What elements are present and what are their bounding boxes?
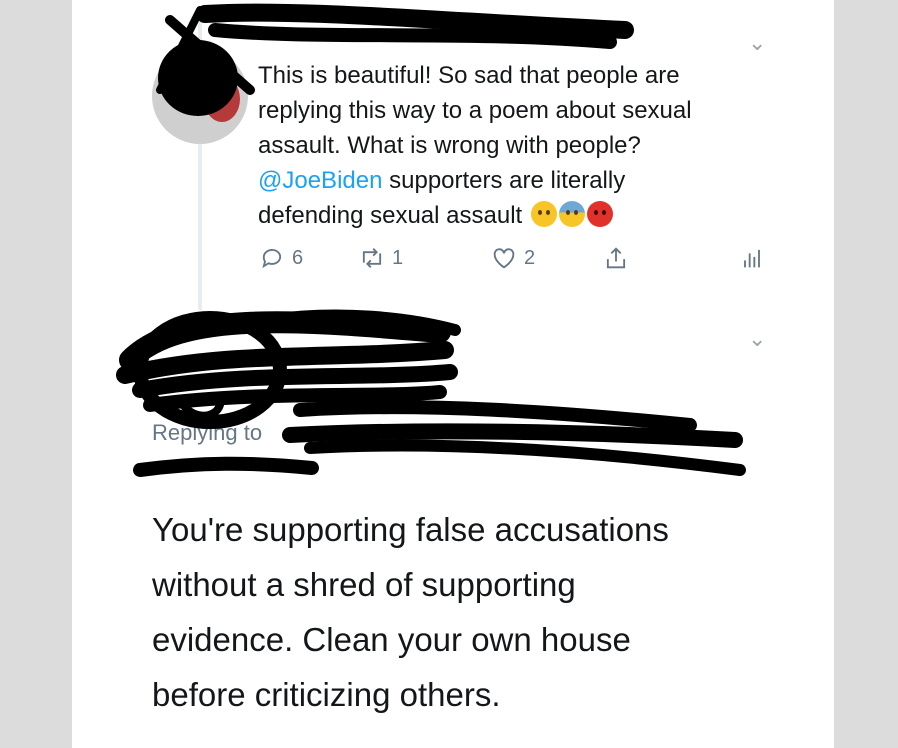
analytics-icon bbox=[744, 249, 760, 268]
like-count: 2 bbox=[524, 246, 536, 269]
avatar[interactable] bbox=[152, 48, 248, 144]
share-icon bbox=[606, 247, 626, 269]
tweet-line: @JoeBiden supporters are literally bbox=[258, 163, 778, 198]
tweet-line: before criticizing others. bbox=[152, 676, 501, 713]
tweet-line: without a shred of supporting bbox=[152, 566, 576, 603]
mention-link[interactable]: @JoeBiden bbox=[258, 167, 382, 194]
analytics-button[interactable] bbox=[738, 244, 766, 272]
tweet-line: evidence. Clean your own house bbox=[152, 621, 631, 658]
reply-count: 6 bbox=[292, 246, 304, 269]
retweet-button[interactable]: 1 bbox=[358, 244, 403, 272]
tweet-line-text: defending sexual assault bbox=[258, 202, 529, 229]
tweet-body: This is beautiful! So sad that people ar… bbox=[258, 58, 778, 233]
surprised-face-icon bbox=[530, 201, 557, 227]
like-button[interactable]: 2 bbox=[490, 244, 535, 272]
tweet-line: assault. What is wrong with people? bbox=[258, 132, 641, 159]
pouting-face-icon bbox=[586, 201, 613, 227]
reply-icon bbox=[262, 249, 282, 269]
chevron-down-icon[interactable]: ⌄ bbox=[748, 328, 766, 350]
tweet-line: defending sexual assault bbox=[258, 198, 778, 233]
retweet-count: 1 bbox=[392, 246, 404, 269]
chevron-down-icon[interactable]: ⌄ bbox=[748, 32, 766, 54]
anxious-face-icon bbox=[558, 201, 585, 227]
tweet-line-rest: supporters are literally bbox=[382, 167, 626, 194]
replying-to-label: Replying to bbox=[152, 420, 263, 445]
tweet-body: You're supporting false accusations with… bbox=[152, 502, 792, 722]
avatar-detail bbox=[204, 76, 240, 122]
share-button[interactable] bbox=[602, 244, 630, 272]
retweet-icon bbox=[362, 248, 382, 268]
tweet-actions: 6 1 2 bbox=[258, 244, 778, 274]
tweet-line: This is beautiful! So sad that people ar… bbox=[258, 62, 680, 89]
tweet-line: You're supporting false accusations bbox=[152, 511, 669, 548]
heart-icon bbox=[493, 248, 515, 269]
reply-button[interactable]: 6 bbox=[258, 244, 303, 272]
tweet-line: replying this way to a poem about sexual bbox=[258, 97, 692, 124]
